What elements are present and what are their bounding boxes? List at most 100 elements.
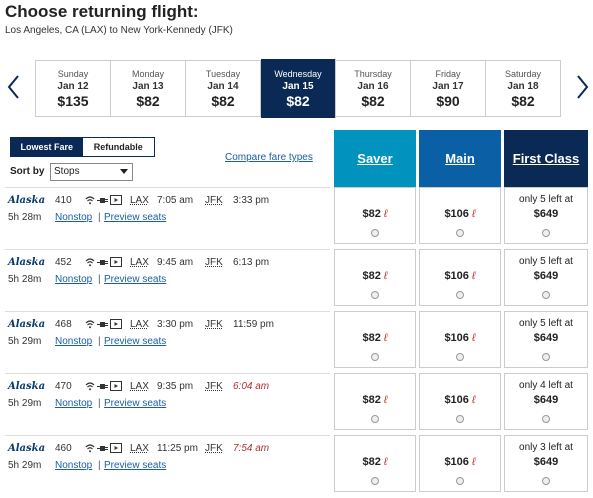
flight-duration: 5h 29m [8,336,42,347]
main-radio[interactable] [456,415,464,423]
date-month-day: Jan 15 [282,81,314,92]
date-tab[interactable]: Tuesday Jan 14 $82 [186,61,261,116]
sort-select[interactable]: Stops [50,163,133,181]
arrival-airport[interactable]: JFK [205,195,223,206]
date-lowest-price: $82 [286,93,310,109]
cabin-header-saver[interactable]: Saver [334,130,416,187]
saver-radio[interactable] [371,229,379,237]
first-class-fare-cell[interactable]: only 5 left at $649 [504,311,588,368]
saver-fare-cell[interactable]: $82 ℓ [334,249,416,306]
power-icon [97,320,108,329]
main-radio[interactable] [456,229,464,237]
departure-airport[interactable]: LAX [130,257,149,268]
stops-link[interactable]: Nonstop [55,398,92,409]
compare-fare-types-link[interactable]: Compare fare types [225,152,313,163]
saver-fare-cell[interactable]: $82 ℓ [334,187,416,244]
date-month-day: Jan 14 [207,81,239,92]
departure-airport[interactable]: LAX [130,443,149,454]
preview-seats-link[interactable]: Preview seats [104,212,166,223]
wifi-icon [85,195,95,205]
preview-seats-link[interactable]: Preview seats [104,274,166,285]
airline-logo: Alaska [8,195,46,206]
saver-fare-cell[interactable]: $82 ℓ [334,435,416,492]
first-class-fare-cell[interactable]: only 4 left at $649 [504,373,588,430]
first-class-fare-cell[interactable]: only 5 left at $649 [504,187,588,244]
date-tab[interactable]: Wednesday Jan 15 $82 [261,59,336,118]
main-radio[interactable] [456,291,464,299]
preview-seats-link[interactable]: Preview seats [104,398,166,409]
main-radio[interactable] [456,353,464,361]
entertainment-icon [110,195,122,205]
first-class-radio[interactable] [542,353,550,361]
stops-link[interactable]: Nonstop [55,460,92,471]
main-fare-cell[interactable]: $106 ℓ [419,187,501,244]
refundable-tab[interactable]: Refundable [82,138,154,156]
main-fare-cell[interactable]: $106 ℓ [419,249,501,306]
departure-time: 9:45 am [157,257,194,268]
saver-fare-cell[interactable]: $82 ℓ [334,311,416,368]
date-tab[interactable]: Thursday Jan 16 $82 [336,61,411,116]
arrival-airport[interactable]: JFK [205,257,223,268]
next-dates-arrow[interactable] [572,72,592,102]
first-class-price: $649 [533,208,559,220]
date-lowest-price: $82 [361,93,385,109]
arrival-airport[interactable]: JFK [205,443,223,454]
saver-radio[interactable] [371,415,379,423]
date-day-of-week: Monday [131,69,165,79]
departure-time: 11:25 pm [157,443,198,454]
airline-logo: Alaska [8,381,46,392]
main-fare-cell[interactable]: $106 ℓ [419,311,501,368]
departure-airport[interactable]: LAX [130,381,149,392]
power-icon [97,444,108,453]
saver-radio[interactable] [371,291,379,299]
first-class-radio[interactable] [542,477,550,485]
first-class-radio[interactable] [542,415,550,423]
date-lowest-price: $82 [136,93,160,109]
lowest-fare-tab[interactable]: Lowest Fare [11,138,83,156]
previous-dates-arrow[interactable] [4,72,24,102]
airline-logo: Alaska [8,319,46,330]
date-tab[interactable]: Friday Jan 17 $90 [411,61,486,116]
main-radio[interactable] [456,477,464,485]
flight-row: Alaska 452 LAX 9:45 am JFK 6:13 pm 5h 28m Nonst… [0,249,593,309]
arrival-airport[interactable]: JFK [205,319,223,330]
first-class-fare-cell[interactable]: only 3 left at $649 [504,435,588,492]
departure-airport[interactable]: LAX [130,319,149,330]
first-class-price: $649 [533,394,559,406]
date-lowest-price: $135 [57,93,89,109]
first-class-fare-cell[interactable]: only 5 left at $649 [504,249,588,306]
main-fare-cell[interactable]: $106 ℓ [419,435,501,492]
wifi-icon [85,257,95,267]
arrival-time: 6:04 am [233,381,270,392]
saver-radio[interactable] [371,353,379,361]
stops-link[interactable]: Nonstop [55,336,92,347]
link-separator: | [98,212,101,223]
miles-icon: ℓ [383,270,388,282]
main-fare-cell[interactable]: $106 ℓ [419,373,501,430]
first-class-radio[interactable] [542,291,550,299]
arrival-time: 3:33 pm [233,195,270,206]
date-tab[interactable]: Monday Jan 13 $82 [111,61,186,116]
date-tab[interactable]: Sunday Jan 12 $135 [36,61,111,116]
date-lowest-price: $82 [211,93,235,109]
power-icon [97,382,108,391]
date-tab[interactable]: Saturday Jan 18 $82 [486,61,560,116]
date-day-of-week: Tuesday [205,69,241,79]
preview-seats-link[interactable]: Preview seats [104,460,166,471]
date-month-day: Jan 16 [357,81,389,92]
amenities [85,256,122,268]
first-class-radio[interactable] [542,229,550,237]
wifi-icon [85,443,95,453]
cabin-header-first-class[interactable]: First Class [504,130,588,187]
stops-link[interactable]: Nonstop [55,212,92,223]
stops-link[interactable]: Nonstop [55,274,92,285]
flight-number: 452 [55,257,72,268]
amenities [85,380,122,392]
saver-fare-cell[interactable]: $82 ℓ [334,373,416,430]
saver-radio[interactable] [371,477,379,485]
departure-airport[interactable]: LAX [130,195,149,206]
preview-seats-link[interactable]: Preview seats [104,336,166,347]
arrival-airport[interactable]: JFK [205,381,223,392]
cabin-header-main[interactable]: Main [419,130,501,187]
flight-row: Alaska 470 LAX 9:35 pm JFK 6:04 am 5h 29m Nonst… [0,373,593,433]
